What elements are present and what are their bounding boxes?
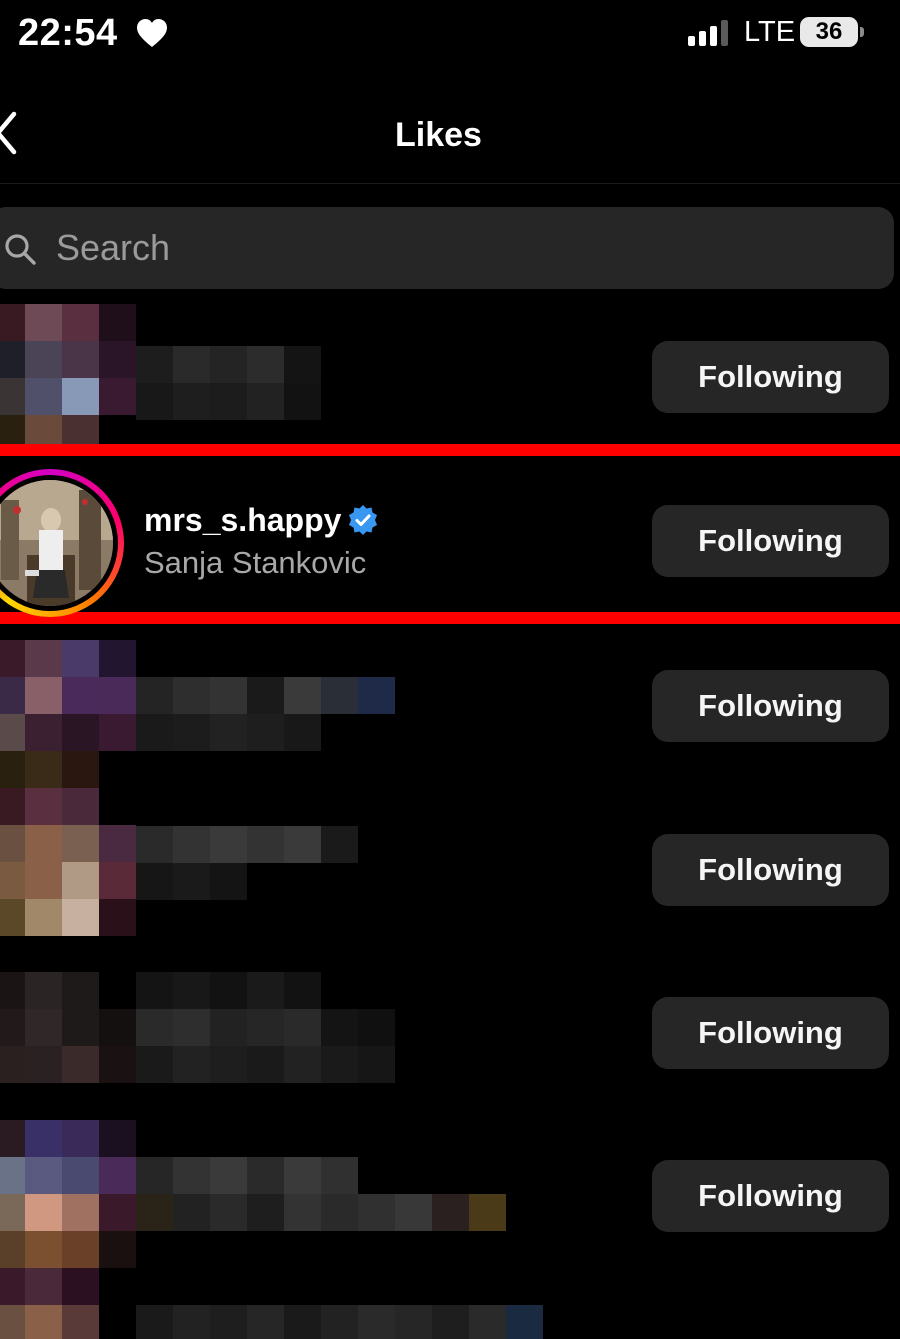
profile-photo — [0, 480, 113, 606]
battery-nub — [860, 27, 864, 37]
list-item[interactable]: Following — [0, 1118, 900, 1339]
list-item[interactable]: Following — [0, 960, 900, 1124]
list-item[interactable]: Following — [0, 296, 900, 460]
list-item[interactable]: Following — [0, 786, 900, 950]
following-button[interactable]: Following — [652, 1160, 889, 1232]
list-item[interactable]: Following — [0, 632, 900, 796]
battery-level: 36 — [815, 18, 843, 45]
header: Likes — [0, 92, 900, 184]
signal-icon — [688, 20, 728, 46]
full-name: Sanja Stankovic — [144, 545, 367, 580]
following-button[interactable]: Following — [652, 670, 889, 742]
following-button[interactable]: Following — [652, 505, 889, 577]
page-title: Likes — [395, 116, 482, 154]
search-icon — [5, 234, 36, 265]
following-button[interactable]: Following — [652, 997, 889, 1069]
username[interactable]: mrs_s.happy — [144, 502, 341, 539]
heart-icon — [137, 19, 167, 47]
network-type: LTE — [744, 16, 796, 48]
following-button[interactable]: Following — [652, 834, 889, 906]
search-input[interactable] — [56, 225, 756, 271]
following-button[interactable]: Following — [652, 341, 889, 413]
verified-badge-icon — [349, 505, 377, 535]
search-bar[interactable] — [0, 207, 894, 289]
battery-icon: 36 — [800, 17, 858, 47]
status-time: 22:54 — [18, 12, 118, 54]
status-bar: 22:54 LTE 36 — [0, 0, 900, 70]
